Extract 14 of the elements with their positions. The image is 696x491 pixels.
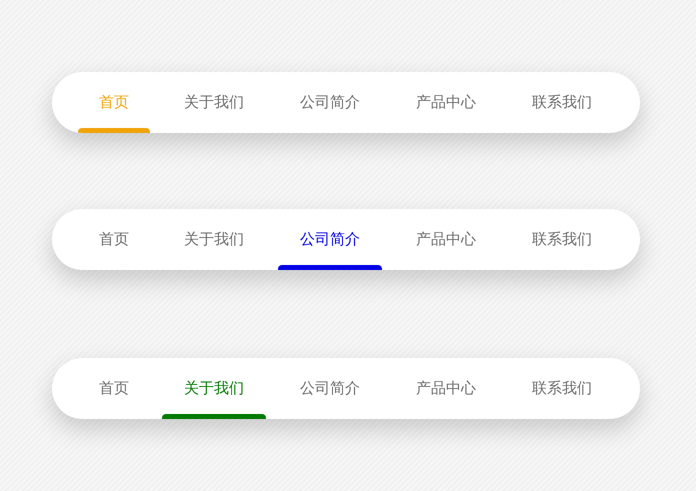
nav-tab[interactable]: 产品中心 — [394, 209, 498, 270]
nav-tab[interactable]: 关于我们 — [162, 72, 266, 133]
nav-tab[interactable]: 关于我们 — [162, 209, 266, 270]
nav-tab[interactable]: 联系我们 — [510, 358, 614, 419]
nav-tab[interactable]: 联系我们 — [510, 72, 614, 133]
nav-tab[interactable]: 关于我们 — [162, 358, 266, 419]
nav-tab[interactable]: 联系我们 — [510, 209, 614, 270]
nav-tab[interactable]: 首页 — [78, 209, 150, 270]
nav-tab[interactable]: 公司简介 — [278, 209, 382, 270]
nav-tab[interactable]: 首页 — [78, 358, 150, 419]
nav-tab[interactable]: 产品中心 — [394, 72, 498, 133]
nav-tab[interactable]: 公司简介 — [278, 358, 382, 419]
nav-tab[interactable]: 产品中心 — [394, 358, 498, 419]
nav-tab[interactable]: 公司简介 — [278, 72, 382, 133]
